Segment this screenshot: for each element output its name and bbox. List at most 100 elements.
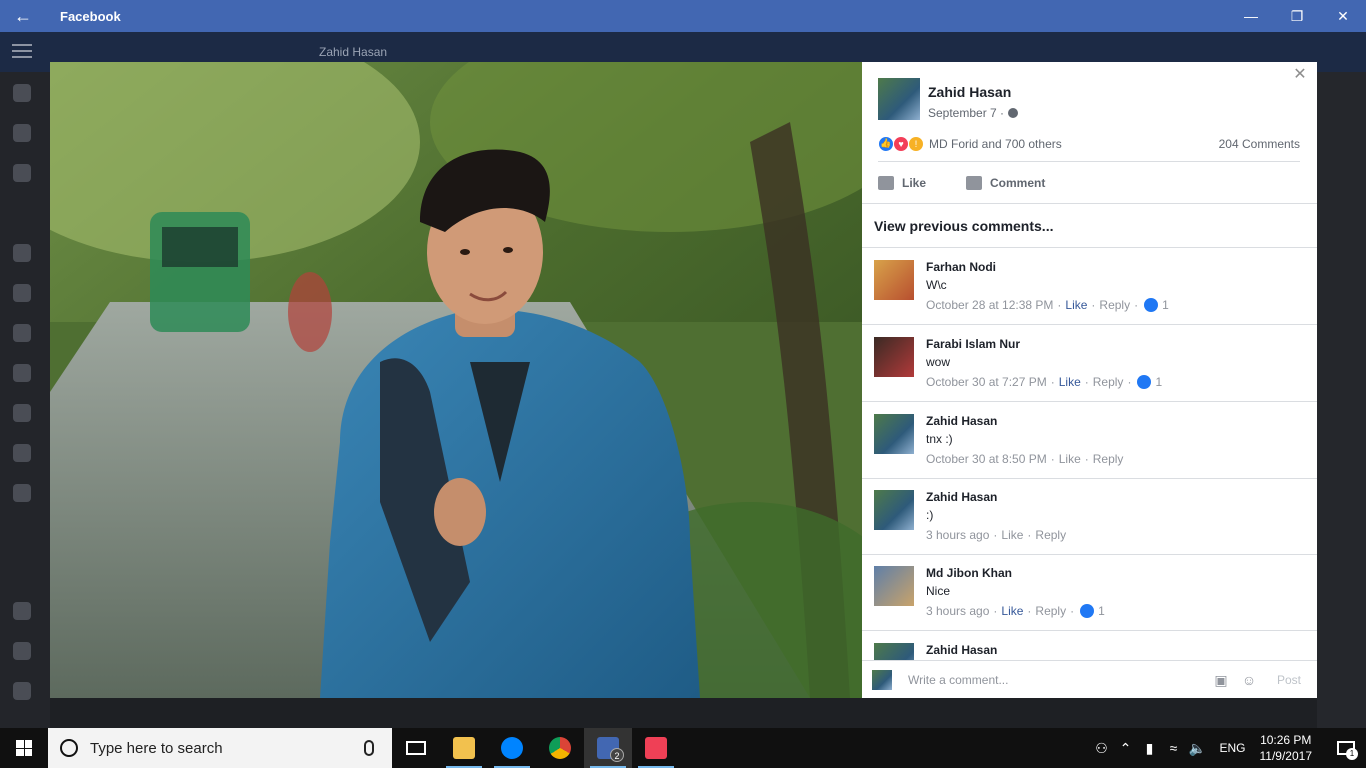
close-viewer-button[interactable]: ✕ — [1291, 66, 1309, 84]
window-title: Facebook — [60, 8, 121, 24]
people-icon[interactable]: ⚇ — [1089, 740, 1113, 757]
commenter-avatar[interactable] — [874, 414, 914, 454]
input-language[interactable]: ENG — [1219, 741, 1245, 755]
wow-reaction-icon: ! — [908, 135, 924, 152]
commenter-avatar[interactable] — [874, 490, 914, 530]
wifi-icon[interactable]: ≈ — [1161, 740, 1185, 756]
comment-like-count[interactable]: 1 — [1155, 375, 1162, 389]
like-button[interactable]: Like — [878, 170, 926, 196]
background-bottom-strip — [50, 698, 1317, 728]
like-badge-icon — [1144, 298, 1159, 312]
action-center-button[interactable]: 1 — [1326, 728, 1366, 768]
sidebar-icon[interactable] — [13, 682, 31, 700]
file-explorer-button[interactable] — [440, 728, 488, 768]
clock-time: 10:26 PM — [1260, 733, 1312, 747]
microphone-icon[interactable] — [364, 740, 374, 756]
love-reaction-icon: ♥ — [893, 135, 909, 152]
comment-reply-link[interactable]: Reply — [1035, 528, 1066, 542]
comment-button[interactable]: Comment — [966, 170, 1045, 196]
comment-reply-link[interactable]: Reply — [1093, 375, 1124, 389]
close-icon: ✕ — [1337, 7, 1349, 24]
restore-button[interactable]: ❐ — [1274, 0, 1320, 32]
photo-attach-icon[interactable]: ▣ — [1213, 672, 1229, 688]
commenter-name[interactable]: Zahid Hasan — [926, 414, 997, 428]
comment-input[interactable]: Write a comment... — [908, 673, 1213, 687]
commenter-avatar[interactable] — [874, 260, 914, 300]
sidebar-icon[interactable] — [13, 84, 31, 102]
sidebar-icon[interactable] — [13, 642, 31, 660]
sidebar-icon[interactable] — [13, 284, 31, 302]
comment-like-link[interactable]: Like — [1065, 298, 1087, 312]
close-window-button[interactable]: ✕ — [1320, 0, 1366, 32]
sidebar-icon[interactable] — [13, 602, 31, 620]
commenter-avatar[interactable] — [874, 337, 914, 377]
sidebar-icon[interactable] — [13, 244, 31, 262]
commenter-name[interactable]: Farhan Nodi — [926, 260, 996, 274]
hamburger-menu-icon[interactable] — [12, 44, 32, 58]
comment-time[interactable]: 3 hours ago — [926, 528, 989, 542]
facebook-taskbar-button[interactable]: 2 — [584, 728, 632, 768]
background-right-column — [1317, 72, 1366, 728]
comment-reply-link[interactable]: Reply — [1035, 604, 1066, 618]
task-view-button[interactable] — [392, 728, 440, 768]
messenger-button[interactable] — [488, 728, 536, 768]
background-search[interactable]: Zahid Hasan — [295, 40, 595, 64]
comment-reply-link[interactable]: Reply — [1093, 452, 1124, 466]
post-comment-button[interactable]: Post — [1277, 673, 1301, 687]
comment-footer: October 28 at 12:38 PM · Like · Reply · 1 — [926, 298, 1169, 312]
reactions-bar: 👍 ♥ ! MD Forid and 700 others 204 Commen… — [878, 134, 1300, 162]
volume-icon[interactable]: 🔈 — [1185, 740, 1209, 757]
clock[interactable]: 10:26 PM 11/9/2017 — [1260, 732, 1313, 764]
commenter-avatar[interactable] — [874, 566, 914, 606]
taskbar-search-input[interactable]: Type here to search — [90, 740, 364, 757]
comment-time[interactable]: October 30 at 7:27 PM — [926, 375, 1047, 389]
chrome-button[interactable] — [536, 728, 584, 768]
show-hidden-icons-icon[interactable]: ⌃ — [1113, 740, 1137, 757]
post-photo[interactable] — [50, 62, 862, 698]
sidebar-icon[interactable] — [13, 444, 31, 462]
comment-like-count[interactable]: 1 — [1162, 298, 1169, 312]
taskbar-search[interactable]: Type here to search — [48, 728, 392, 768]
comment-like-link[interactable]: Like — [1059, 375, 1081, 389]
commenter-name[interactable]: Farabi Islam Nur — [926, 337, 1020, 351]
comment-footer: October 30 at 7:27 PM · Like · Reply · 1 — [926, 375, 1163, 389]
view-previous-comments-link[interactable]: View previous comments... — [874, 218, 1053, 234]
emoji-icon[interactable]: ☺ — [1241, 672, 1257, 688]
back-button[interactable]: ← — [0, 0, 46, 32]
author-avatar[interactable] — [878, 78, 920, 120]
current-user-avatar — [872, 669, 892, 690]
system-tray: ⚇ ⌃ ▮ ≈ 🔈 ENG 10:26 PM 11/9/2017 1 — [1089, 728, 1366, 768]
minimize-button[interactable]: — — [1228, 0, 1274, 32]
comment-like-link[interactable]: Like — [1001, 604, 1023, 618]
comment-like-count[interactable]: 1 — [1098, 604, 1105, 618]
like-reaction-icon: 👍 — [878, 135, 894, 152]
comments-count[interactable]: 204 Comments — [1219, 137, 1300, 151]
pocket-button[interactable] — [632, 728, 680, 768]
comment-like-link[interactable]: Like — [1059, 452, 1081, 466]
comment-item: Farhan Nodi W\c October 28 at 12:38 PM · … — [862, 248, 1317, 325]
comment-time[interactable]: October 30 at 8:50 PM — [926, 452, 1047, 466]
commenter-name[interactable]: Md Jibon Khan — [926, 566, 1012, 580]
post-header: Zahid Hasan September 7 · — [878, 78, 1019, 120]
comment-like-link[interactable]: Like — [1001, 528, 1023, 542]
comment-reply-link[interactable]: Reply — [1099, 298, 1130, 312]
sidebar-icon[interactable] — [13, 124, 31, 142]
restore-icon: ❐ — [1290, 7, 1304, 24]
like-badge-icon — [1137, 375, 1152, 389]
author-name[interactable]: Zahid Hasan — [928, 84, 1018, 100]
comment-time[interactable]: 3 hours ago — [926, 604, 989, 618]
sidebar-icon[interactable] — [13, 164, 31, 182]
commenter-name[interactable]: Zahid Hasan — [926, 490, 997, 504]
reactors-summary[interactable]: MD Forid and 700 others — [929, 137, 1062, 151]
comment-icon — [966, 176, 983, 190]
start-button[interactable] — [0, 728, 48, 768]
comment-time[interactable]: October 28 at 12:38 PM — [926, 298, 1053, 312]
sidebar-icon[interactable] — [13, 484, 31, 502]
sidebar-icon[interactable] — [13, 364, 31, 382]
battery-icon[interactable]: ▮ — [1137, 740, 1161, 757]
commenter-name[interactable]: Zahid Hasan — [926, 643, 997, 657]
sidebar-icon[interactable] — [13, 324, 31, 342]
sidebar-icon[interactable] — [13, 404, 31, 422]
post-date-text[interactable]: September 7 · — [928, 106, 1004, 120]
comment-text: :) — [926, 508, 934, 522]
